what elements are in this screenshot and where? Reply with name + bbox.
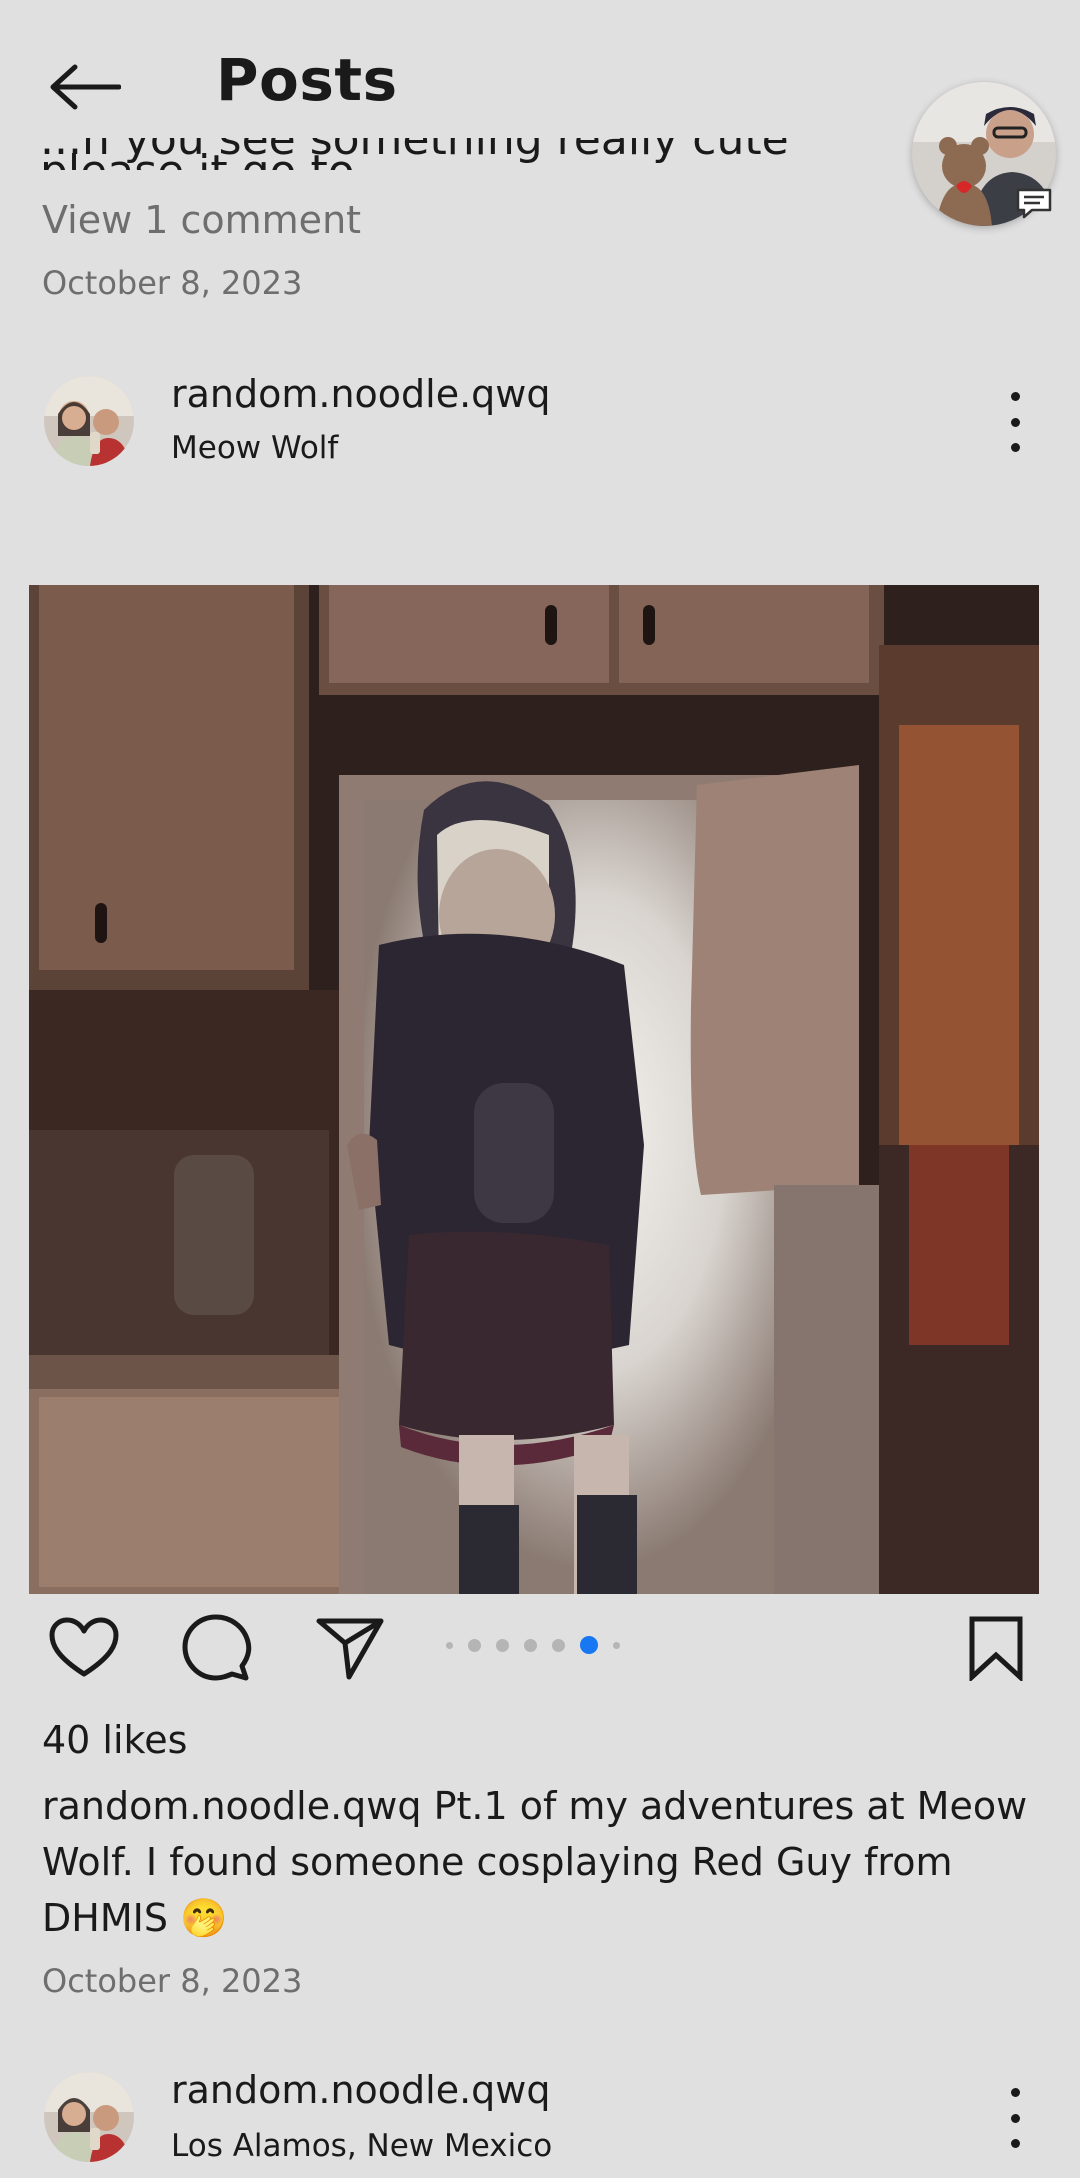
previous-post-caption: ...n you see something really cute pleas… bbox=[40, 138, 789, 170]
caption-username[interactable]: random.noodle.qwq bbox=[42, 1784, 422, 1828]
more-vertical-icon bbox=[1010, 2088, 1020, 2097]
share-button[interactable] bbox=[310, 1610, 390, 1686]
comment-button[interactable] bbox=[176, 1610, 256, 1686]
save-button[interactable] bbox=[960, 1608, 1032, 1688]
more-options-button[interactable] bbox=[1000, 2088, 1030, 2148]
post-caption: random.noodle.qwq Pt.1 of my adventures … bbox=[42, 1778, 1032, 1946]
arrow-left-icon bbox=[50, 64, 121, 110]
send-icon bbox=[316, 1618, 384, 1680]
more-vertical-icon bbox=[1010, 392, 1020, 401]
heart-icon bbox=[49, 1617, 119, 1677]
post-date: October 8, 2023 bbox=[42, 1962, 303, 2000]
view-comments-link[interactable]: View 1 comment bbox=[42, 198, 361, 242]
next-post-username[interactable]: random.noodle.qwq bbox=[171, 2068, 551, 2112]
like-button[interactable] bbox=[44, 1612, 124, 1684]
next-post-location[interactable]: Los Alamos, New Mexico bbox=[171, 2128, 552, 2164]
back-button[interactable] bbox=[40, 52, 130, 122]
chat-bubble-icon bbox=[1014, 186, 1054, 220]
post-image[interactable] bbox=[29, 585, 1039, 1594]
previous-post-date: October 8, 2023 bbox=[42, 264, 303, 302]
comment-icon bbox=[182, 1614, 252, 1681]
bookmark-icon bbox=[969, 1616, 1023, 1681]
like-count[interactable]: 40 likes bbox=[42, 1718, 187, 1762]
avatar[interactable] bbox=[44, 2072, 134, 2162]
more-options-button[interactable] bbox=[1000, 392, 1030, 452]
post-location[interactable]: Meow Wolf bbox=[171, 430, 338, 466]
page-title: Posts bbox=[216, 46, 398, 114]
avatar[interactable] bbox=[44, 376, 134, 466]
post-username[interactable]: random.noodle.qwq bbox=[171, 372, 551, 416]
carousel-indicator bbox=[446, 1634, 620, 1656]
